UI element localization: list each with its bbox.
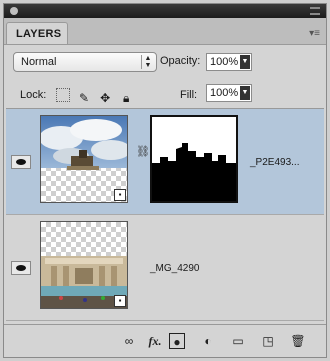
tab-layers[interactable]: LAYERS — [6, 22, 68, 44]
layer-mask-thumbnail[interactable] — [150, 115, 238, 203]
collapse-grip-icon[interactable] — [310, 7, 320, 15]
opacity-value: 100% — [210, 56, 239, 68]
layer-thumbnail[interactable]: ▪ — [40, 115, 128, 203]
panel-titlebar[interactable] — [4, 4, 326, 18]
smart-object-badge-icon: ▪ — [114, 189, 126, 201]
layer-thumbnail[interactable]: ▪ — [40, 221, 128, 309]
adjustment-layer-icon[interactable]: ◐ — [200, 333, 216, 349]
close-panel-icon[interactable] — [10, 7, 18, 15]
lock-label: Lock: — [20, 89, 47, 101]
blend-mode-select[interactable]: Normal ▲ ▼ — [13, 52, 157, 72]
mask-link-icon[interactable]: ⛓ — [136, 145, 150, 161]
layer-name[interactable]: _P2E493... — [250, 157, 299, 168]
add-mask-icon[interactable]: ● — [169, 333, 185, 349]
panel-menu-icon[interactable]: ▾≡ — [309, 28, 320, 39]
fx-icon[interactable]: fx. — [144, 333, 166, 349]
opacity-label: Opacity: — [160, 55, 201, 67]
visibility-eye-icon[interactable] — [11, 261, 31, 275]
trash-icon[interactable]: 🗑︎ — [290, 333, 306, 349]
layer-row[interactable]: ▪ _MG_4290 — [6, 215, 324, 321]
new-layer-icon[interactable]: ◳ — [260, 333, 276, 349]
layer-row[interactable]: ▪ ⛓ _P2E493... — [6, 109, 324, 215]
layers-list: ▪ ⛓ _P2E493... ▪ _MG_4290 — [6, 108, 324, 323]
new-group-icon[interactable]: ▭ — [230, 333, 246, 349]
link-layers-icon[interactable]: ∞ — [121, 333, 137, 349]
opacity-input[interactable]: 100% ▼ — [206, 53, 252, 71]
fill-value: 100% — [210, 87, 239, 99]
layers-footer-toolbar: ∞ fx. ● ◐ ▭ ◳ 🗑︎ — [4, 324, 326, 357]
blend-mode-stepper-icon[interactable]: ▲ ▼ — [141, 55, 154, 69]
blend-mode-value: Normal — [21, 56, 57, 68]
fill-label: Fill: — [180, 89, 198, 101]
lock-image-pixels-icon[interactable]: ✎ — [77, 91, 91, 105]
opacity-dropdown-icon[interactable]: ▼ — [240, 55, 250, 69]
lock-transparent-pixels-icon[interactable] — [56, 88, 70, 102]
mask-silhouette — [152, 117, 236, 201]
layer-name[interactable]: _MG_4290 — [150, 263, 199, 274]
visibility-eye-icon[interactable] — [11, 155, 31, 169]
tab-row: LAYERS ▾≡ — [4, 18, 326, 45]
lock-all-icon[interactable]: 🔒︎ — [119, 91, 133, 105]
smart-object-badge-icon: ▪ — [114, 295, 126, 307]
fill-dropdown-icon[interactable]: ▼ — [240, 86, 250, 100]
lock-options: ✎ ✥ 🔒︎ — [56, 88, 137, 105]
fill-input[interactable]: 100% ▼ — [206, 84, 252, 102]
layers-panel: LAYERS ▾≡ Normal ▲ ▼ Opacity: 100% ▼ Lock… — [3, 3, 327, 358]
lock-position-icon[interactable]: ✥ — [98, 91, 112, 105]
